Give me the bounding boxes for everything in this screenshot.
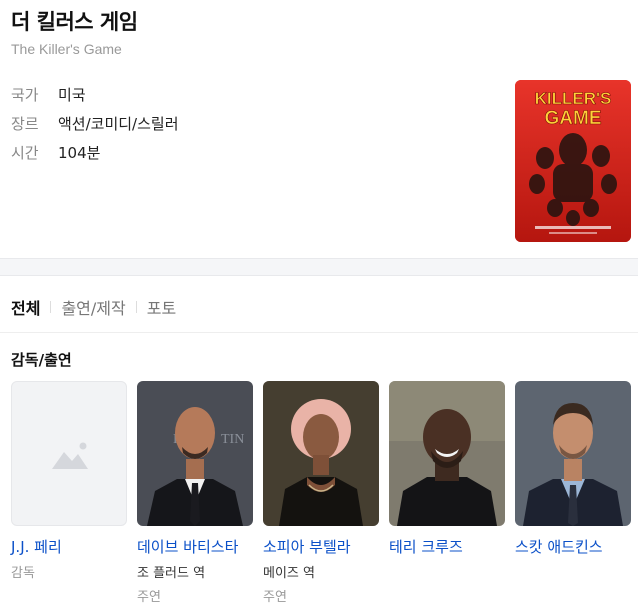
cast-photo[interactable]: R TIN [137,381,253,526]
person-photo [389,381,505,526]
tab-divider [135,301,137,313]
cast-card[interactable]: R TIN 데이브 바티스타 조 플러드 역 주연 [137,381,253,605]
tab-divider [50,301,52,313]
tabs-divider [0,332,638,333]
movie-header: 더 킬러스 게임 The Killer's Game 국가 미국 장르 액션/코… [0,0,638,258]
cast-role: 조 플러드 역 [137,566,206,581]
original-title: The Killer's Game [11,41,122,57]
info-value: 미국 [58,86,86,104]
cast-name[interactable]: 데이브 바티스타 [137,536,253,557]
info-label: 장르 [11,115,39,133]
tab-all[interactable]: 전체 [11,295,40,319]
tab-cast-crew[interactable]: 출연/제작 [61,295,125,319]
cast-photo[interactable] [263,381,379,526]
person-photo: R TIN [137,381,253,526]
poster-title-1: KILLER'S [535,89,612,108]
movie-title[interactable]: 더 킬러스 게임 [11,6,138,36]
cast-type: 주연 [263,590,287,605]
image-placeholder-icon [52,442,88,469]
info-row-runtime: 시간 104분 [11,138,179,167]
info-label: 국가 [11,86,39,104]
section-title: 감독/출연 [11,351,72,369]
cast-card[interactable]: 테리 크루즈 [389,381,505,557]
cast-photo[interactable] [515,381,631,526]
cast-photo-placeholder[interactable] [11,381,127,526]
cast-photo[interactable] [389,381,505,526]
info-row-country: 국가 미국 [11,80,179,109]
section-separator [0,258,638,276]
cast-name[interactable]: 스캇 애드킨스 [515,536,631,557]
cast-name[interactable]: 소피아 부텔라 [263,536,379,557]
info-value: 104분 [58,144,101,162]
cast-name[interactable]: J.J. 페리 [11,536,127,557]
person-photo [263,381,379,526]
info-value: 액션/코미디/스릴러 [58,115,179,133]
cast-role: 메이즈 역 [263,566,315,581]
info-label: 시간 [11,144,39,162]
svg-text:TIN: TIN [221,432,244,447]
cast-type: 주연 [137,590,161,605]
cast-role: 감독 [11,566,35,581]
tab-photos[interactable]: 포토 [147,295,176,319]
content-tabs: 전체 출연/제작 포토 [11,295,176,319]
cast-name[interactable]: 테리 크루즈 [389,536,505,557]
person-photo [515,381,631,526]
poster-image: KILLER'S GAME [515,80,631,242]
cast-card[interactable]: 스캇 애드킨스 [515,381,631,557]
cast-card[interactable]: 소피아 부텔라 메이즈 역 주연 [263,381,379,605]
poster-title-2: GAME [545,108,602,129]
movie-info: 국가 미국 장르 액션/코미디/스릴러 시간 104분 [11,80,179,167]
cast-card[interactable]: J.J. 페리 감독 [11,381,127,581]
movie-poster[interactable]: KILLER'S GAME [515,80,631,242]
info-row-genre: 장르 액션/코미디/스릴러 [11,109,179,138]
